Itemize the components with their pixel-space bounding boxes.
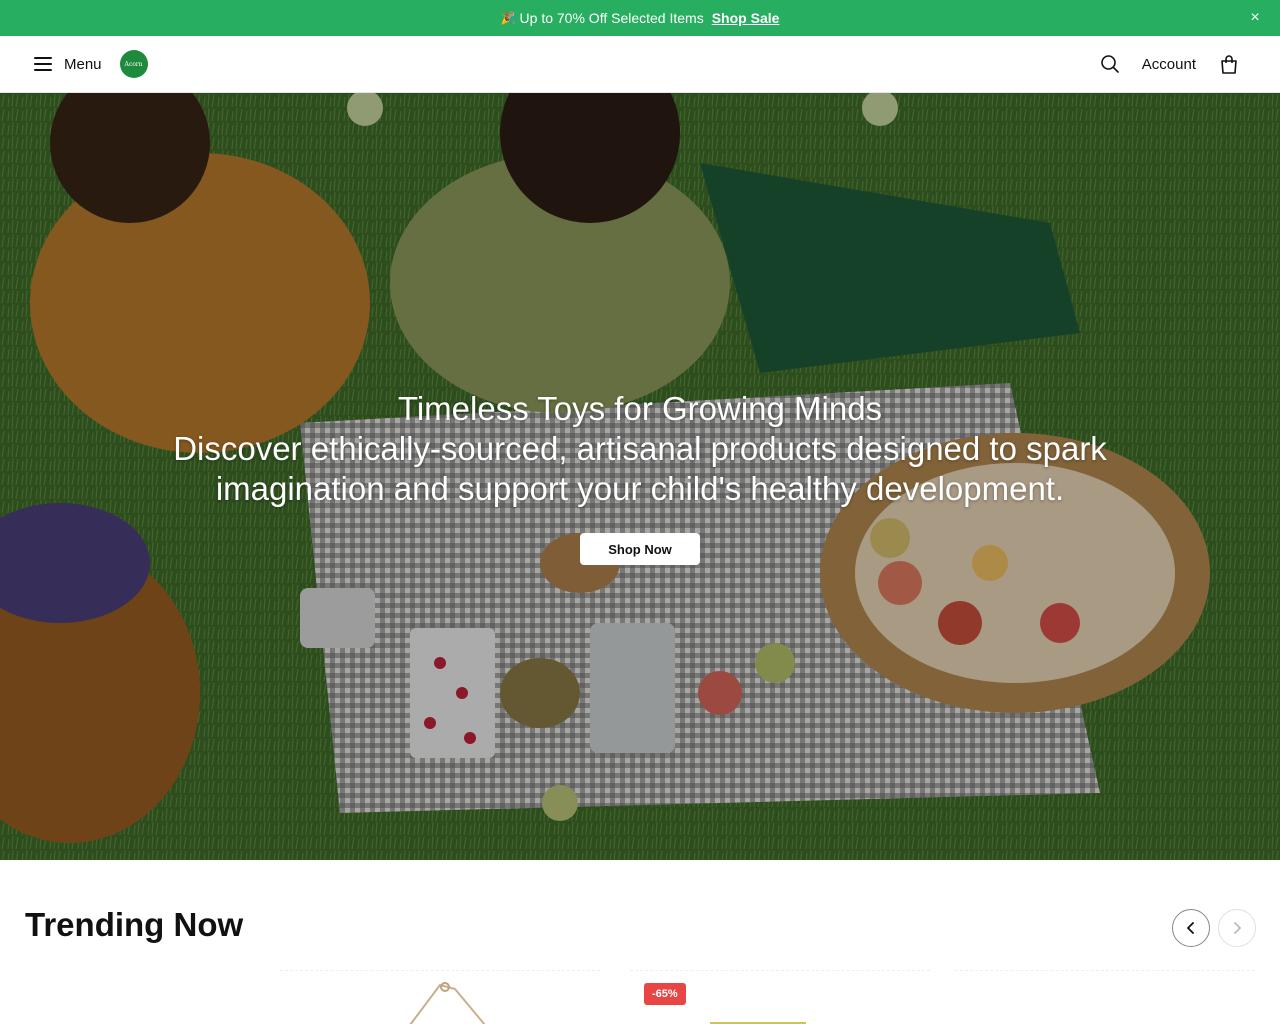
hero-banner: Timeless Toys for Growing Minds Discover…: [0, 93, 1280, 860]
close-icon[interactable]: ×: [1246, 9, 1264, 27]
hero-title: Timeless Toys for Growing Minds: [397, 390, 883, 427]
header-right: Account: [1100, 54, 1256, 74]
menu-button[interactable]: Menu: [64, 56, 102, 73]
site-header: Menu Acorn Account: [0, 36, 1280, 93]
search-icon[interactable]: [1100, 54, 1120, 74]
party-icon: 🎉: [500, 11, 516, 25]
hero-subtitle: Discover ethically-sourced, artisanal pr…: [173, 430, 1107, 507]
account-link[interactable]: Account: [1142, 56, 1196, 73]
product-carousel: [280, 970, 1280, 1024]
bag-icon[interactable]: [1220, 54, 1238, 74]
product-image: [409, 982, 486, 1024]
trending-title: Trending Now: [25, 906, 244, 943]
shop-sale-link[interactable]: Shop Sale: [712, 10, 780, 26]
chevron-left-icon: [1187, 922, 1194, 934]
carousel-prev-button[interactable]: [1172, 909, 1210, 947]
hamburger-icon[interactable]: [34, 57, 52, 71]
shop-now-button[interactable]: Shop Now: [580, 533, 700, 565]
product-card[interactable]: [280, 970, 600, 1024]
carousel-next-button[interactable]: [1218, 909, 1256, 947]
chevron-right-icon: [1234, 922, 1241, 934]
discount-badge: -65%: [644, 983, 686, 1005]
header-left: Menu Acorn: [34, 50, 148, 78]
announcement-text: Up to 70% Off Selected Items: [519, 10, 704, 26]
logo[interactable]: Acorn: [119, 50, 148, 78]
hero-text: Timeless Toys for Growing Minds Discover…: [0, 389, 1280, 509]
announcement-bar: 🎉 Up to 70% Off Selected Items Shop Sale…: [0, 0, 1280, 36]
product-card[interactable]: [955, 970, 1255, 1024]
logo-text: Acorn: [124, 60, 143, 68]
